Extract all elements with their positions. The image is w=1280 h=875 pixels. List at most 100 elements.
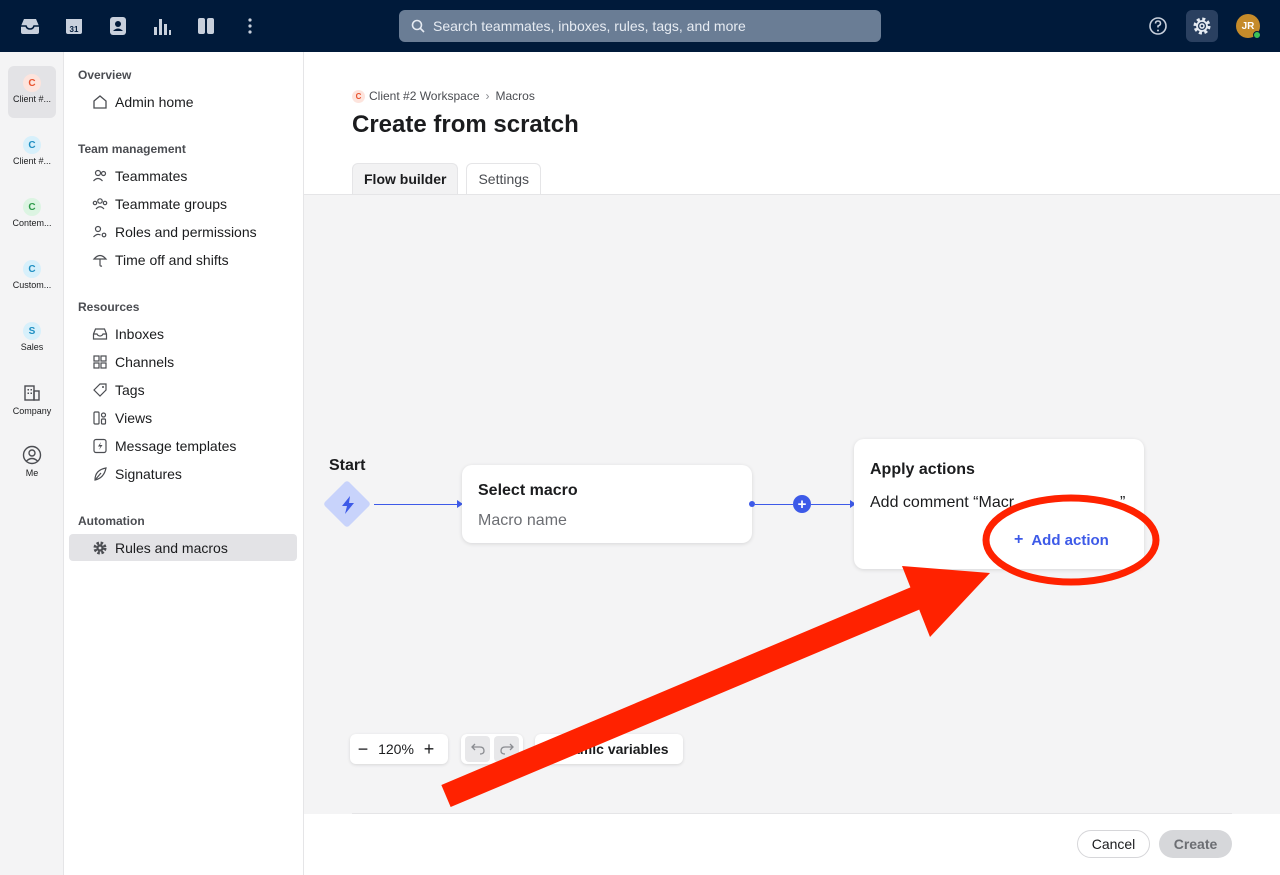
workspace-label: Contem... xyxy=(12,218,52,228)
user-key-icon xyxy=(91,223,109,241)
nav-section-team: Team management xyxy=(78,142,186,156)
nav-item-label: Teammate groups xyxy=(115,195,228,212)
more-icon[interactable] xyxy=(238,14,262,38)
add-action-label: Add action xyxy=(1031,531,1109,549)
nav-item-label: Tags xyxy=(115,381,145,398)
nav-item-label: Rules and macros xyxy=(115,539,228,556)
nav-item-admin-home[interactable]: Admin home xyxy=(69,88,297,115)
workspace-label: Client #... xyxy=(12,156,52,166)
top-bar: 31 JR xyxy=(0,0,1280,52)
nav-item-rules-and-macros[interactable]: Rules and macros xyxy=(69,534,297,561)
gear-icon[interactable] xyxy=(1190,14,1214,38)
global-search[interactable] xyxy=(399,10,881,42)
nav-item-channels[interactable]: Channels xyxy=(69,348,297,375)
zoom-out-button[interactable]: − xyxy=(350,734,376,764)
page-title: Create from scratch xyxy=(352,111,579,138)
workspace-badge: C xyxy=(23,260,41,278)
workspace-label: Custom... xyxy=(12,280,52,290)
umbrella-icon xyxy=(91,251,109,269)
breadcrumb-workspace[interactable]: Client #2 Workspace xyxy=(369,89,480,103)
home-icon xyxy=(91,93,109,111)
zoom-controls: − 120% + xyxy=(350,734,448,764)
select-macro-node[interactable]: Select macro Macro name xyxy=(462,465,752,543)
breadcrumb-separator: › xyxy=(485,89,490,103)
nav-item-label: Teammates xyxy=(115,167,188,184)
workspace-company[interactable]: Company xyxy=(8,376,56,428)
undo-icon xyxy=(470,743,485,755)
node-title: Apply actions xyxy=(870,461,975,478)
nav-item-label: Channels xyxy=(115,353,175,370)
nav-section-automation: Automation xyxy=(78,514,145,528)
node-title: Select macro xyxy=(478,482,578,499)
bolt-icon xyxy=(336,493,360,517)
workspace-me[interactable]: Me xyxy=(8,438,56,490)
help-icon[interactable] xyxy=(1146,14,1170,38)
cancel-button[interactable]: Cancel xyxy=(1077,830,1150,858)
user-avatar[interactable]: JR xyxy=(1236,14,1261,39)
nav-item-label: Time off and shifts xyxy=(115,251,229,268)
breadcrumb: C Client #2 Workspace › Macros xyxy=(352,89,535,103)
nav-item-teammates[interactable]: Teammates xyxy=(69,162,297,189)
nav-item-roles[interactable]: Roles and permissions xyxy=(69,218,297,245)
nav-item-teammate-groups[interactable]: Teammate groups xyxy=(69,190,297,217)
workspace-label: Company xyxy=(12,406,52,416)
zoom-in-button[interactable]: + xyxy=(416,734,442,764)
nav-section-overview: Overview xyxy=(78,68,132,82)
nav-item-label: Admin home xyxy=(115,93,194,110)
tab-flow-builder[interactable]: Flow builder xyxy=(352,163,459,194)
workspace-client-1[interactable]: C Client #... xyxy=(8,66,56,118)
workspace-contem[interactable]: C Contem... xyxy=(8,190,56,242)
template-bolt-icon xyxy=(91,437,109,455)
add-step-button[interactable]: + xyxy=(793,495,811,513)
footer-divider xyxy=(352,813,1232,814)
redo-icon xyxy=(499,743,514,755)
online-status-dot xyxy=(1253,31,1261,39)
nav-item-message-templates[interactable]: Message templates xyxy=(69,432,297,459)
nav-item-time-off[interactable]: Time off and shifts xyxy=(69,246,297,273)
connector-line xyxy=(374,504,458,505)
nav-item-label: Views xyxy=(115,409,153,426)
history-controls xyxy=(461,734,523,764)
action-quote-end: ” xyxy=(1120,494,1126,511)
redo-button[interactable] xyxy=(494,736,519,762)
nav-item-label: Signatures xyxy=(115,465,182,482)
nav-item-inboxes[interactable]: Inboxes xyxy=(69,320,297,347)
contacts-icon[interactable] xyxy=(106,14,130,38)
action-add-comment[interactable]: Add comment “Macr xyxy=(870,494,1014,512)
workspace-client-2[interactable]: C Client #... xyxy=(8,128,56,180)
breadcrumb-macros[interactable]: Macros xyxy=(496,89,535,103)
group-icon xyxy=(91,195,109,213)
tag-icon xyxy=(91,381,109,399)
macro-name-placeholder: Macro name xyxy=(478,512,567,529)
inbox-icon[interactable] xyxy=(18,14,42,38)
apply-actions-node[interactable]: Apply actions Add comment “Macr ” + Add … xyxy=(854,439,1144,569)
start-label: Start xyxy=(329,457,366,474)
feather-icon xyxy=(91,465,109,483)
nav-item-signatures[interactable]: Signatures xyxy=(69,460,297,487)
braces-icon: { xyxy=(545,741,550,757)
building-icon xyxy=(21,382,43,404)
nav-item-tags[interactable]: Tags xyxy=(69,376,297,403)
workspace-badge: C xyxy=(352,89,365,103)
workspace-sales[interactable]: S Sales xyxy=(8,314,56,366)
flow-canvas[interactable]: Start Select macro Macro name + Apply ac… xyxy=(304,194,1280,814)
main-content: C Client #2 Workspace › Macros Create fr… xyxy=(304,52,1280,875)
inbox-icon xyxy=(91,325,109,343)
settings-nav: Overview Admin home Team management Team… xyxy=(64,52,304,875)
nav-item-views[interactable]: Views xyxy=(69,404,297,431)
cog-icon xyxy=(91,539,109,557)
search-input[interactable] xyxy=(433,18,863,34)
analytics-icon[interactable] xyxy=(150,14,174,38)
knowledge-base-icon[interactable] xyxy=(194,14,218,38)
workspace-badge: C xyxy=(23,74,41,92)
add-action-button[interactable]: + Add action xyxy=(1014,531,1109,549)
undo-button[interactable] xyxy=(465,736,490,762)
create-button[interactable]: Create xyxy=(1159,830,1232,858)
dynamic-variables-button[interactable]: {ynamic variables xyxy=(535,734,683,764)
tab-settings[interactable]: Settings xyxy=(466,163,542,194)
calendar-icon[interactable]: 31 xyxy=(62,14,86,38)
workspace-custom[interactable]: C Custom... xyxy=(8,252,56,304)
calendar-day: 31 xyxy=(70,25,79,34)
user-circle-icon xyxy=(21,444,43,466)
workspace-label: Me xyxy=(25,468,39,478)
